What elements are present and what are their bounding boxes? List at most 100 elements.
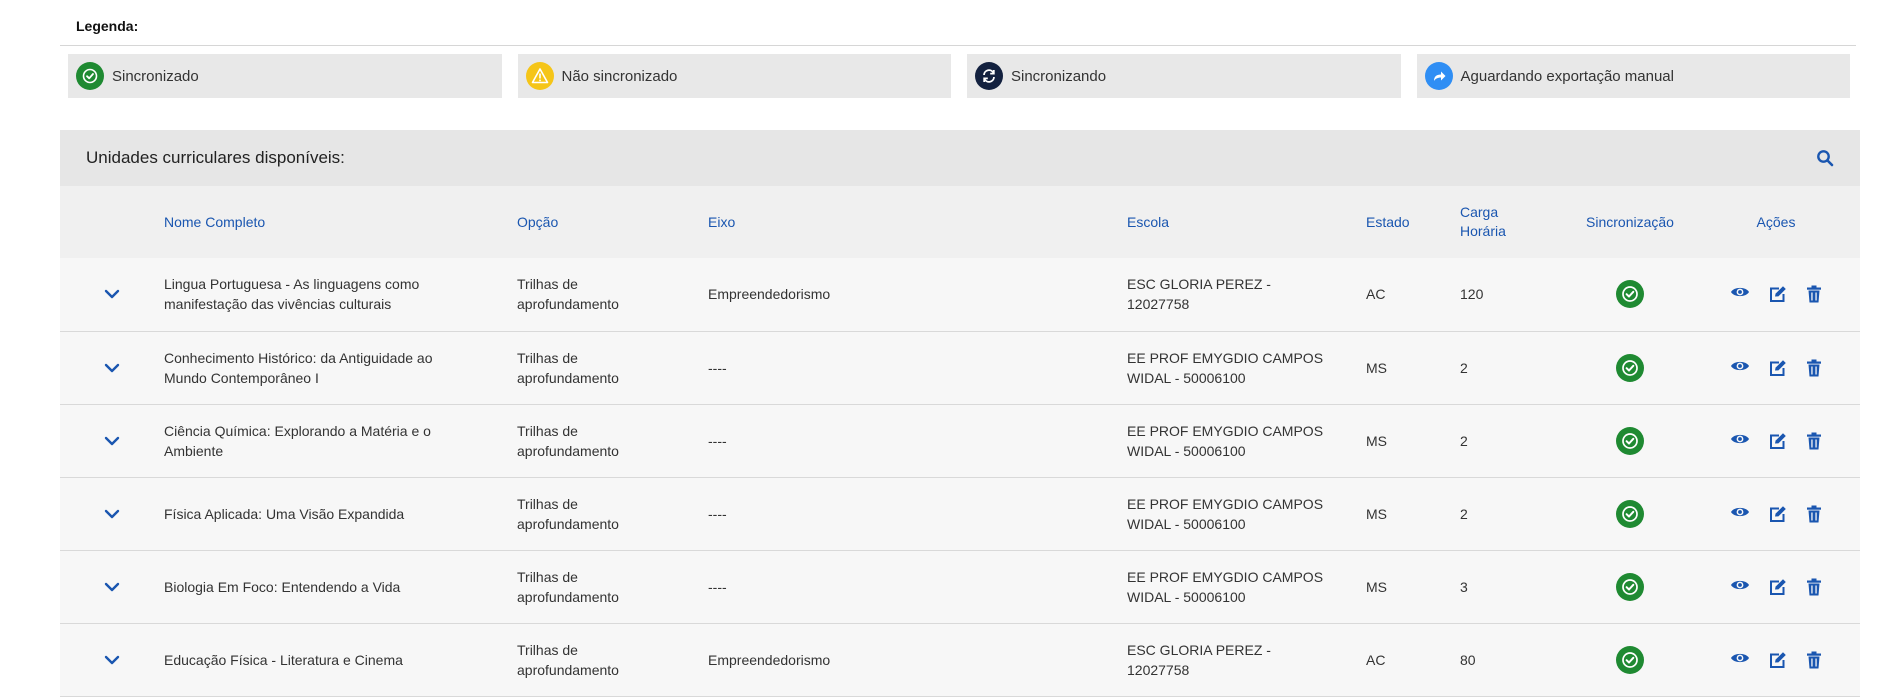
curricular-units-table: Nome Completo Opção Eixo Escola Estado C…: [60, 186, 1860, 697]
cell-escola: EE PROF EMYGDIO CAMPOS WIDAL - 50006100: [1127, 404, 1366, 477]
table-row: Ciência Química: Explorando a Matéria e …: [60, 404, 1860, 477]
panel-header: Unidades curriculares disponíveis:: [60, 130, 1860, 186]
trash-icon[interactable]: [1806, 285, 1822, 303]
cell-sincronizacao: [1568, 477, 1692, 550]
table-row: Conhecimento Histórico: da Antiguidade a…: [60, 331, 1860, 404]
cell-opcao: Trilhas de aprofundamento: [517, 477, 708, 550]
edit-icon[interactable]: [1768, 285, 1788, 303]
view-eye-icon[interactable]: [1730, 432, 1750, 450]
chevron-down-icon[interactable]: [60, 509, 164, 519]
cell-escola-line1: EE PROF EMYGDIO CAMPOS: [1127, 349, 1324, 366]
legend-item-synced: Sincronizado: [68, 54, 502, 98]
expand-cell: [60, 331, 164, 404]
chevron-down-icon[interactable]: [60, 582, 164, 592]
chevron-down-icon[interactable]: [60, 289, 164, 299]
column-header-nome[interactable]: Nome Completo: [164, 186, 517, 258]
cell-escola-line2: WIDAL - 50006100: [1127, 588, 1246, 605]
cell-nome-line1: Biologia Em Foco: Entendendo a Vida: [164, 578, 401, 595]
panel-title: Unidades curriculares disponíveis:: [86, 148, 345, 167]
column-header-carga-horaria[interactable]: Carga Horária: [1460, 186, 1568, 258]
cell-eixo: Empreendedorismo: [708, 286, 831, 303]
cell-carga-horaria: 80: [1460, 651, 1476, 668]
expand-cell: [60, 623, 164, 696]
expand-cell: [60, 477, 164, 550]
cell-nome-line1: Lingua Portuguesa - As linguagens como: [164, 276, 420, 293]
view-eye-icon[interactable]: [1730, 651, 1750, 669]
cell-opcao-line1: Trilhas de: [517, 495, 578, 512]
cell-carga-horaria: 2: [1460, 505, 1468, 522]
synced-status-icon: [1616, 426, 1644, 455]
legend-item-syncing: Sincronizando: [967, 54, 1401, 98]
cell-escola-line2: 12027758: [1127, 661, 1190, 678]
column-header-estado[interactable]: Estado: [1366, 186, 1460, 258]
cell-escola: ESC GLORIA PEREZ - 12027758: [1127, 258, 1366, 331]
trash-icon[interactable]: [1806, 432, 1822, 450]
cell-nome-line2: Mundo Contemporâneo I: [164, 369, 319, 386]
cell-eixo: ----: [708, 578, 727, 595]
table-row: Lingua Portuguesa - As linguagens como ma…: [60, 258, 1860, 331]
cell-acoes: [1692, 550, 1860, 623]
cell-opcao-line2: aprofundamento: [517, 442, 619, 459]
edit-icon[interactable]: [1768, 578, 1788, 596]
cell-escola: EE PROF EMYGDIO CAMPOS WIDAL - 50006100: [1127, 477, 1366, 550]
cell-eixo: ----: [708, 359, 727, 376]
column-header-sincronizacao[interactable]: Sincronização: [1568, 186, 1692, 258]
trash-icon[interactable]: [1806, 578, 1822, 596]
cell-acoes: [1692, 477, 1860, 550]
cell-nome: Biologia Em Foco: Entendendo a Vida: [164, 550, 517, 623]
column-header-eixo[interactable]: Eixo: [708, 186, 1127, 258]
search-icon[interactable]: [1816, 149, 1834, 167]
view-eye-icon[interactable]: [1730, 359, 1750, 377]
chevron-down-icon[interactable]: [60, 655, 164, 665]
view-eye-icon[interactable]: [1730, 285, 1750, 303]
view-eye-icon[interactable]: [1730, 505, 1750, 523]
cell-acoes: [1692, 258, 1860, 331]
legend-label: Não sincronizado: [561, 67, 678, 85]
row-actions: [1692, 359, 1860, 377]
edit-icon[interactable]: [1768, 432, 1788, 450]
cell-nome-line1: Ciência Química: Explorando a Matéria e …: [164, 422, 431, 439]
cell-nome-line2: manifestação das vivências culturais: [164, 296, 392, 313]
column-header-carga-line1: Carga: [1460, 204, 1499, 220]
synced-status-icon: [1616, 645, 1644, 674]
chevron-down-icon[interactable]: [60, 436, 164, 446]
share-arrow-icon: [1424, 62, 1453, 90]
cell-estado: AC: [1366, 651, 1386, 668]
chevron-down-icon[interactable]: [60, 363, 164, 373]
cell-opcao: Trilhas de aprofundamento: [517, 404, 708, 477]
synced-status-icon: [1616, 572, 1644, 601]
cell-estado: MS: [1366, 505, 1387, 522]
cell-nome-line1: Conhecimento Histórico: da Antiguidade a…: [164, 349, 433, 366]
cell-opcao-line1: Trilhas de: [517, 422, 578, 439]
legend-label: Sincronizando: [1011, 67, 1107, 85]
trash-icon[interactable]: [1806, 505, 1822, 523]
legend-divider: [60, 45, 1856, 46]
cell-opcao-line2: aprofundamento: [517, 661, 619, 678]
edit-icon[interactable]: [1768, 651, 1788, 669]
cell-escola: EE PROF EMYGDIO CAMPOS WIDAL - 50006100: [1127, 550, 1366, 623]
view-eye-icon[interactable]: [1730, 578, 1750, 596]
cell-carga-horaria: 3: [1460, 578, 1468, 595]
cell-escola: EE PROF EMYGDIO CAMPOS WIDAL - 50006100: [1127, 331, 1366, 404]
cell-opcao-line2: aprofundamento: [517, 515, 619, 532]
cell-escola-line1: ESC GLORIA PEREZ -: [1127, 276, 1271, 293]
cell-sincronizacao: [1568, 404, 1692, 477]
column-header-opcao[interactable]: Opção: [517, 186, 708, 258]
cell-escola-line1: EE PROF EMYGDIO CAMPOS: [1127, 422, 1324, 439]
synced-status-icon: [1616, 280, 1644, 309]
column-header-escola[interactable]: Escola: [1127, 186, 1366, 258]
edit-icon[interactable]: [1768, 359, 1788, 377]
trash-icon[interactable]: [1806, 651, 1822, 669]
cell-nome: Educação Física - Literatura e Cinema: [164, 623, 517, 696]
cell-acoes: [1692, 404, 1860, 477]
row-actions: [1692, 578, 1860, 596]
cell-eixo: ----: [708, 432, 727, 449]
cell-opcao-line1: Trilhas de: [517, 568, 578, 585]
legend-label: Aguardando exportação manual: [1460, 67, 1675, 85]
trash-icon[interactable]: [1806, 359, 1822, 377]
legend-item-not-synced: Não sincronizado: [517, 54, 951, 98]
cell-opcao: Trilhas de aprofundamento: [517, 623, 708, 696]
edit-icon[interactable]: [1768, 505, 1788, 523]
cell-escola-line1: EE PROF EMYGDIO CAMPOS: [1127, 495, 1324, 512]
cell-opcao-line2: aprofundamento: [517, 369, 619, 386]
